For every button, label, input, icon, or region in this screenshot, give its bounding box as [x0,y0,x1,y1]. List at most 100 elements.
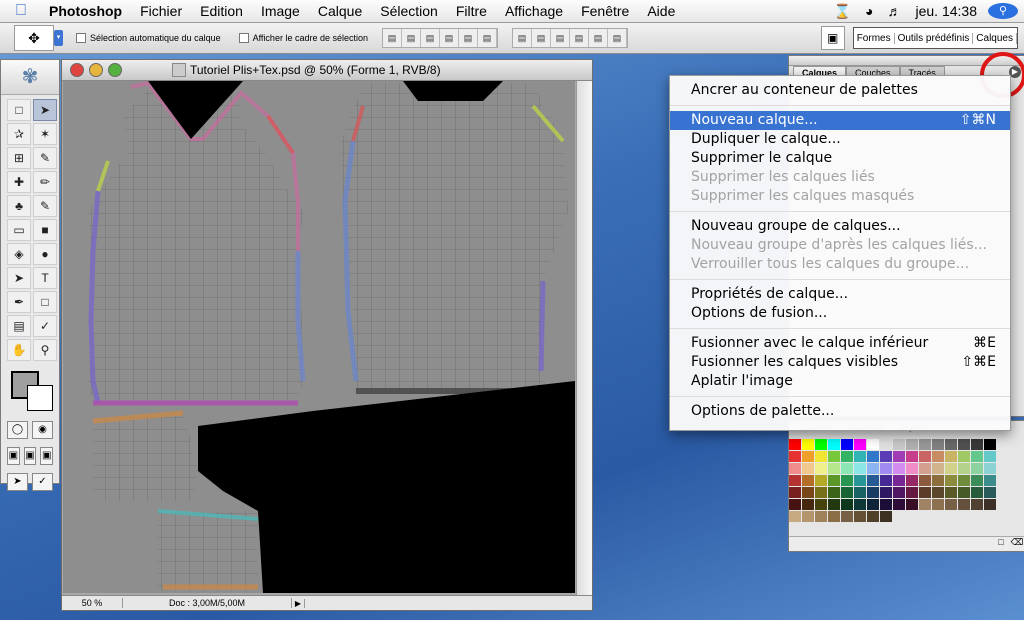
stamp-tool-icon[interactable]: ♣ [7,195,31,217]
color-swatch[interactable] [815,499,827,510]
notes-tool-icon[interactable]: ▤ [7,315,31,337]
menu-calque[interactable]: Calque [309,0,371,22]
menu-fenetre[interactable]: Fenêtre [572,0,638,22]
color-swatch[interactable] [958,439,970,450]
hand-tool-icon[interactable]: ✋ [7,339,31,361]
checkbox-icon[interactable] [76,33,86,43]
color-swatch[interactable] [932,439,944,450]
color-swatch[interactable] [854,511,866,522]
crop-tool-icon[interactable]: ⊞ [7,147,31,169]
color-swatch[interactable] [945,499,957,510]
background-color[interactable] [27,385,53,411]
color-swatch[interactable] [815,475,827,486]
standard-mode-icon[interactable]: ◯ [7,421,28,439]
document-proxy-icon[interactable] [172,63,186,77]
color-swatch[interactable] [828,499,840,510]
color-swatch[interactable] [945,475,957,486]
color-swatch[interactable] [984,487,996,498]
well-tab-formes[interactable]: Formes [854,32,895,44]
color-swatch[interactable] [880,451,892,462]
color-swatch[interactable] [828,511,840,522]
color-swatch[interactable] [971,487,983,498]
color-swatch[interactable] [841,463,853,474]
color-swatch[interactable] [893,439,905,450]
color-swatch[interactable] [802,451,814,462]
chevron-down-icon[interactable]: ▾ [54,30,63,46]
show-bounds-checkbox[interactable]: Afficher le cadre de sélection [238,33,368,43]
color-swatch[interactable] [919,451,931,462]
wifi-icon[interactable]: ◕ [858,3,880,19]
menu-affichage[interactable]: Affichage [496,0,572,22]
color-swatch[interactable] [802,511,814,522]
color-swatch[interactable] [789,487,801,498]
volume-icon[interactable]: ♬ [881,3,909,19]
align-vcenter-icon[interactable]: ▤ [402,29,421,47]
menu-item[interactable]: Options de fusion... [670,304,1010,323]
blur-tool-icon[interactable]: ◈ [7,243,31,265]
color-swatch[interactable] [932,499,944,510]
menu-item[interactable]: Nouveau calque... ⇧⌘N [670,111,1010,130]
color-swatch[interactable] [971,439,983,450]
color-swatch[interactable] [789,511,801,522]
color-swatch[interactable] [867,451,879,462]
color-swatch[interactable] [854,439,866,450]
color-swatch[interactable] [932,463,944,474]
color-swatch[interactable] [932,475,944,486]
menu-aide[interactable]: Aide [638,0,684,22]
color-swatch[interactable] [906,487,918,498]
dodge-tool-icon[interactable]: ● [33,243,57,265]
brush-tool-icon[interactable]: ✏ [33,171,57,193]
color-swatch[interactable] [919,475,931,486]
auto-select-checkbox[interactable]: Sélection automatique du calque [76,33,221,43]
color-swatch[interactable] [984,463,996,474]
color-swatch[interactable] [945,439,957,450]
menu-item[interactable]: Fusionner les calques visibles ⇧⌘E [670,353,1010,372]
gradient-tool-icon[interactable]: ■ [33,219,57,241]
document-titlebar[interactable]: Tutoriel Plis+Tex.psd @ 50% (Forme 1, RV… [62,60,592,81]
color-swatch[interactable] [789,475,801,486]
color-swatch[interactable] [854,451,866,462]
color-swatch[interactable] [867,475,879,486]
screen-mode-full-icon[interactable]: ▣ [40,447,54,465]
color-swatch[interactable] [958,499,970,510]
color-swatch[interactable] [971,451,983,462]
color-swatch[interactable] [880,439,892,450]
menu-item[interactable]: Fusionner avec le calque inférieur ⌘E [670,334,1010,353]
trash-icon[interactable]: ⌫ [1009,537,1024,551]
color-swatch[interactable] [958,451,970,462]
align-hcenter-icon[interactable]: ▤ [459,29,478,47]
pen-tool-icon[interactable]: ✒ [7,291,31,313]
feather-logo-icon[interactable]: ✾ [1,60,59,95]
color-swatch[interactable] [828,487,840,498]
distribute-left-icon[interactable]: ▤ [570,29,589,47]
zoom-window-icon[interactable] [108,63,122,77]
app-menu[interactable]: Photoshop [40,0,131,22]
color-swatch[interactable] [958,475,970,486]
color-swatch[interactable] [880,499,892,510]
color-swatch[interactable] [906,475,918,486]
color-swatch[interactable] [867,439,879,450]
color-swatch[interactable] [802,439,814,450]
distribute-top-icon[interactable]: ▤ [513,29,532,47]
screen-mode-standard-icon[interactable]: ▣ [7,447,20,465]
color-swatch[interactable] [893,463,905,474]
color-swatch[interactable] [802,463,814,474]
menubar-clock[interactable]: jeu. 14:38 [909,3,985,19]
color-swatch[interactable] [815,487,827,498]
path-select-tool-icon[interactable]: ➤ [7,267,31,289]
color-swatch[interactable] [789,463,801,474]
color-swatch[interactable] [867,499,879,510]
menu-item[interactable]: Ancrer au conteneur de palettes [670,81,1010,100]
color-swatch[interactable] [893,499,905,510]
healing-brush-icon[interactable]: ✚ [7,171,31,193]
color-swatch[interactable] [919,499,931,510]
file-browser-icon[interactable]: ▣ [820,26,845,50]
jump-icon[interactable]: ✓ [32,473,53,491]
menu-item[interactable]: Supprimer le calque [670,149,1010,168]
color-swatch[interactable] [815,511,827,522]
color-swatch[interactable] [841,439,853,450]
image-canvas[interactable] [63,81,575,593]
color-swatch[interactable] [789,451,801,462]
status-menu-icon[interactable]: ▶ [292,598,305,608]
color-swatch[interactable] [919,463,931,474]
